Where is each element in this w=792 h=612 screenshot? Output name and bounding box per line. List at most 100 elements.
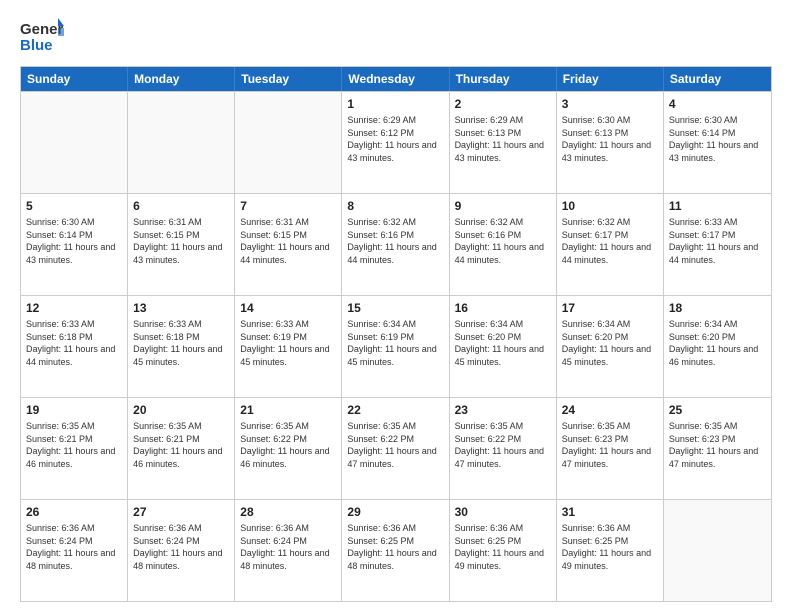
day-info: Sunrise: 6:32 AMSunset: 6:16 PMDaylight:…	[455, 216, 551, 266]
day-info: Sunrise: 6:31 AMSunset: 6:15 PMDaylight:…	[133, 216, 229, 266]
day-number: 22	[347, 402, 443, 418]
svg-text:General: General	[20, 21, 64, 38]
calendar-cell: 7Sunrise: 6:31 AMSunset: 6:15 PMDaylight…	[235, 194, 342, 295]
day-info: Sunrise: 6:34 AMSunset: 6:20 PMDaylight:…	[455, 318, 551, 368]
day-number: 26	[26, 504, 122, 520]
day-number: 3	[562, 96, 658, 112]
day-info: Sunrise: 6:33 AMSunset: 6:18 PMDaylight:…	[26, 318, 122, 368]
svg-text:Blue: Blue	[20, 37, 53, 54]
day-number: 17	[562, 300, 658, 316]
day-number: 24	[562, 402, 658, 418]
calendar-cell: 21 Sunrise: 6:35 AMSunset: 6:22 PMDayligh…	[235, 398, 342, 499]
day-number: 21	[240, 402, 336, 418]
calendar-cell: 17Sunrise: 6:34 AMSunset: 6:20 PMDayligh…	[557, 296, 664, 397]
day-info: Sunrise: 6:30 AMSunset: 6:14 PMDaylight:…	[26, 216, 122, 266]
weekday-header: Saturday	[664, 67, 771, 91]
calendar-cell: 24 Sunrise: 6:35 AMSunset: 6:23 PMDayligh…	[557, 398, 664, 499]
logo-svg: General Blue	[20, 16, 64, 56]
day-info: Sunrise: 6:36 AMSunset: 6:24 PMDaylight:…	[133, 522, 229, 572]
calendar-cell: 16 Sunrise: 6:34 AMSunset: 6:20 PMDayligh…	[450, 296, 557, 397]
weekday-header: Thursday	[450, 67, 557, 91]
day-number: 29	[347, 504, 443, 520]
calendar-cell	[128, 92, 235, 193]
calendar-cell: 2 Sunrise: 6:29 AMSunset: 6:13 PMDaylight…	[450, 92, 557, 193]
day-info: Sunrise: 6:36 AMSunset: 6:25 PMDaylight:…	[562, 522, 658, 572]
calendar-cell: 8Sunrise: 6:32 AMSunset: 6:16 PMDaylight…	[342, 194, 449, 295]
day-number: 18	[669, 300, 766, 316]
day-number: 4	[669, 96, 766, 112]
calendar-cell: 11 Sunrise: 6:33 AMSunset: 6:17 PMDayligh…	[664, 194, 771, 295]
calendar-cell: 18Sunrise: 6:34 AMSunset: 6:20 PMDayligh…	[664, 296, 771, 397]
calendar: SundayMondayTuesdayWednesdayThursdayFrid…	[20, 66, 772, 602]
calendar-cell: 29 Sunrise: 6:36 AMSunset: 6:25 PMDayligh…	[342, 500, 449, 601]
day-number: 28	[240, 504, 336, 520]
day-number: 15	[347, 300, 443, 316]
calendar-cell: 12 Sunrise: 6:33 AMSunset: 6:18 PMDayligh…	[21, 296, 128, 397]
calendar-row: 26 Sunrise: 6:36 AMSunset: 6:24 PMDayligh…	[21, 499, 771, 601]
day-number: 12	[26, 300, 122, 316]
day-number: 23	[455, 402, 551, 418]
calendar-cell: 4 Sunrise: 6:30 AMSunset: 6:14 PMDaylight…	[664, 92, 771, 193]
calendar-cell: 27 Sunrise: 6:36 AMSunset: 6:24 PMDayligh…	[128, 500, 235, 601]
day-info: Sunrise: 6:33 AMSunset: 6:17 PMDaylight:…	[669, 216, 766, 266]
calendar-row: 19 Sunrise: 6:35 AMSunset: 6:21 PMDayligh…	[21, 397, 771, 499]
day-number: 27	[133, 504, 229, 520]
calendar-header-row: SundayMondayTuesdayWednesdayThursdayFrid…	[21, 67, 771, 91]
calendar-cell: 23 Sunrise: 6:35 AMSunset: 6:22 PMDayligh…	[450, 398, 557, 499]
day-number: 20	[133, 402, 229, 418]
day-number: 9	[455, 198, 551, 214]
day-info: Sunrise: 6:36 AMSunset: 6:24 PMDaylight:…	[240, 522, 336, 572]
calendar-cell	[235, 92, 342, 193]
day-number: 6	[133, 198, 229, 214]
day-info: Sunrise: 6:36 AMSunset: 6:25 PMDaylight:…	[347, 522, 443, 572]
calendar-row: 5 Sunrise: 6:30 AMSunset: 6:14 PMDaylight…	[21, 193, 771, 295]
day-number: 7	[240, 198, 336, 214]
day-number: 5	[26, 198, 122, 214]
day-number: 16	[455, 300, 551, 316]
day-number: 11	[669, 198, 766, 214]
calendar-cell: 6 Sunrise: 6:31 AMSunset: 6:15 PMDaylight…	[128, 194, 235, 295]
day-number: 10	[562, 198, 658, 214]
calendar-cell: 25Sunrise: 6:35 AMSunset: 6:23 PMDayligh…	[664, 398, 771, 499]
calendar-cell: 28 Sunrise: 6:36 AMSunset: 6:24 PMDayligh…	[235, 500, 342, 601]
calendar-cell: 13 Sunrise: 6:33 AMSunset: 6:18 PMDayligh…	[128, 296, 235, 397]
calendar-cell: 3Sunrise: 6:30 AMSunset: 6:13 PMDaylight…	[557, 92, 664, 193]
day-info: Sunrise: 6:35 AMSunset: 6:21 PMDaylight:…	[26, 420, 122, 470]
weekday-header: Friday	[557, 67, 664, 91]
day-number: 31	[562, 504, 658, 520]
calendar-cell	[664, 500, 771, 601]
calendar-cell: 30Sunrise: 6:36 AMSunset: 6:25 PMDayligh…	[450, 500, 557, 601]
day-info: Sunrise: 6:36 AMSunset: 6:25 PMDaylight:…	[455, 522, 551, 572]
weekday-header: Monday	[128, 67, 235, 91]
day-info: Sunrise: 6:30 AMSunset: 6:14 PMDaylight:…	[669, 114, 766, 164]
day-number: 25	[669, 402, 766, 418]
day-info: Sunrise: 6:34 AMSunset: 6:19 PMDaylight:…	[347, 318, 443, 368]
day-info: Sunrise: 6:35 AMSunset: 6:22 PMDaylight:…	[347, 420, 443, 470]
calendar-cell: 19 Sunrise: 6:35 AMSunset: 6:21 PMDayligh…	[21, 398, 128, 499]
day-info: Sunrise: 6:35 AMSunset: 6:23 PMDaylight:…	[562, 420, 658, 470]
calendar-cell: 14Sunrise: 6:33 AMSunset: 6:19 PMDayligh…	[235, 296, 342, 397]
weekday-header: Sunday	[21, 67, 128, 91]
day-info: Sunrise: 6:35 AMSunset: 6:22 PMDaylight:…	[455, 420, 551, 470]
weekday-header: Tuesday	[235, 67, 342, 91]
calendar-cell: 20 Sunrise: 6:35 AMSunset: 6:21 PMDayligh…	[128, 398, 235, 499]
page-header: General Blue	[20, 16, 772, 56]
day-number: 14	[240, 300, 336, 316]
calendar-cell: 22 Sunrise: 6:35 AMSunset: 6:22 PMDayligh…	[342, 398, 449, 499]
calendar-cell: 5 Sunrise: 6:30 AMSunset: 6:14 PMDaylight…	[21, 194, 128, 295]
day-number: 2	[455, 96, 551, 112]
day-info: Sunrise: 6:35 AMSunset: 6:22 PMDaylight:…	[240, 420, 336, 470]
day-number: 13	[133, 300, 229, 316]
day-info: Sunrise: 6:35 AMSunset: 6:21 PMDaylight:…	[133, 420, 229, 470]
day-info: Sunrise: 6:29 AMSunset: 6:12 PMDaylight:…	[347, 114, 443, 164]
day-info: Sunrise: 6:33 AMSunset: 6:18 PMDaylight:…	[133, 318, 229, 368]
day-number: 19	[26, 402, 122, 418]
day-info: Sunrise: 6:29 AMSunset: 6:13 PMDaylight:…	[455, 114, 551, 164]
calendar-cell: 31 Sunrise: 6:36 AMSunset: 6:25 PMDayligh…	[557, 500, 664, 601]
day-number: 8	[347, 198, 443, 214]
calendar-body: 1Sunrise: 6:29 AMSunset: 6:12 PMDaylight…	[21, 91, 771, 601]
calendar-cell: 10Sunrise: 6:32 AMSunset: 6:17 PMDayligh…	[557, 194, 664, 295]
day-info: Sunrise: 6:36 AMSunset: 6:24 PMDaylight:…	[26, 522, 122, 572]
calendar-cell: 9 Sunrise: 6:32 AMSunset: 6:16 PMDaylight…	[450, 194, 557, 295]
calendar-cell: 1Sunrise: 6:29 AMSunset: 6:12 PMDaylight…	[342, 92, 449, 193]
